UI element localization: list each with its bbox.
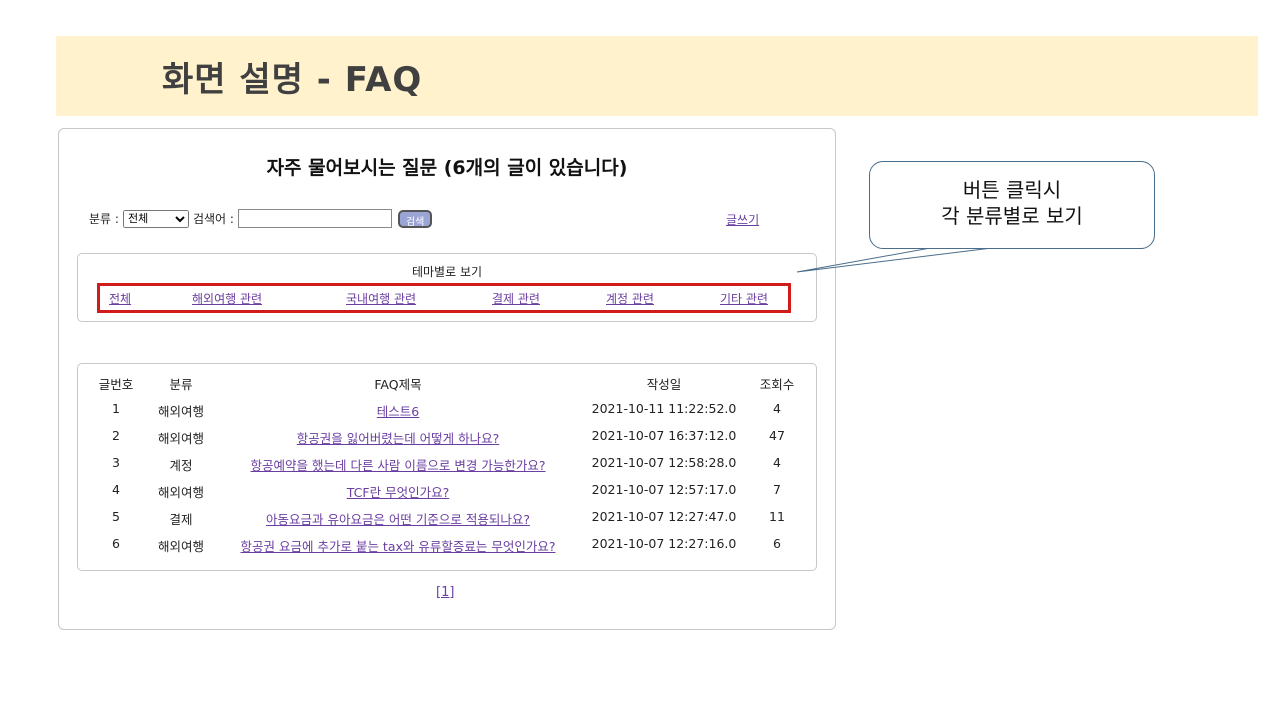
- callout-line1: 버튼 클릭시: [962, 178, 1062, 202]
- callout-pointer: [796, 246, 1001, 273]
- annotation-callout: 버튼 클릭시 각 분류별로 보기: [869, 161, 1155, 249]
- callout-line2: 각 분류별로 보기: [941, 204, 1083, 228]
